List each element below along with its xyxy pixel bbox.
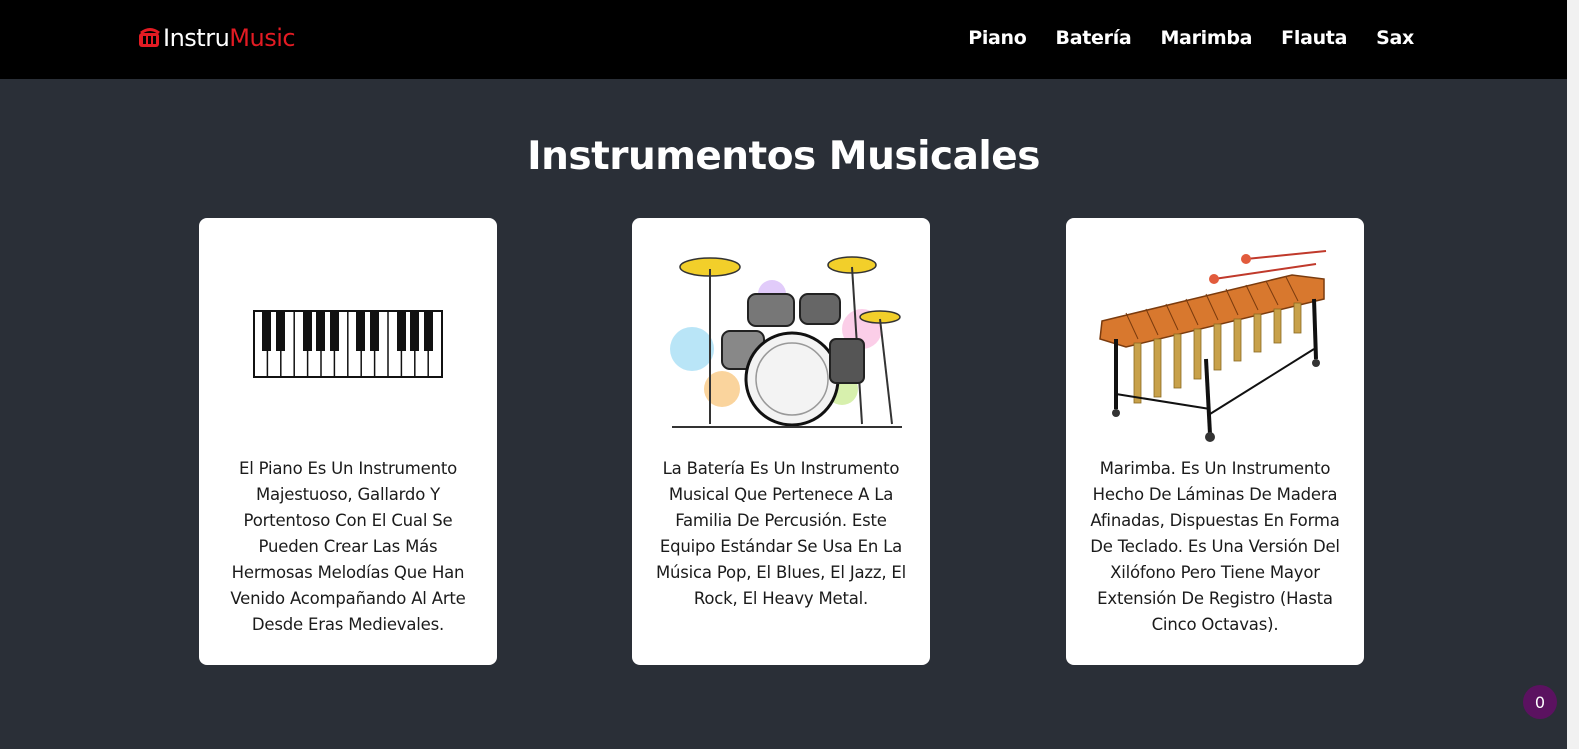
nav-menu: Piano Batería Marimba Flauta Sax [939,27,1414,49]
brand-name-part2: Music [229,24,296,52]
cart-count-badge[interactable]: 0 [1523,685,1557,719]
drum-kit-image [652,234,910,454]
card-bateria: La Batería Es Un Instrumento Musical Que… [632,218,930,665]
piano-keyboard-image [219,234,477,454]
music-note-icon [139,28,160,47]
navbar: Instru Music Piano Batería Marimba Flauta… [0,0,1567,79]
nav-link-piano[interactable]: Piano [968,27,1027,49]
card-marimba: Marimba. Es Un Instrumento Hecho De Lámi… [1066,218,1364,665]
nav-link-marimba[interactable]: Marimba [1160,27,1252,49]
brand-logo[interactable]: Instru Music [137,22,296,54]
card-description: La Batería Es Un Instrumento Musical Que… [655,459,907,608]
page-title: Instrumentos Musicales [527,134,1040,179]
nav-link-sax[interactable]: Sax [1376,27,1414,49]
brand-name-part1: Instru [163,24,230,52]
card-description: El Piano Es Un Instrumento Majestuoso, G… [230,459,466,634]
marimba-image [1086,234,1344,454]
nav-link-flauta[interactable]: Flauta [1281,27,1347,49]
card-piano: El Piano Es Un Instrumento Majestuoso, G… [199,218,497,665]
card-description: Marimba. Es Un Instrumento Hecho De Lámi… [1090,459,1340,634]
nav-link-bateria[interactable]: Batería [1056,27,1132,49]
page-scrollbar[interactable] [1567,0,1579,749]
